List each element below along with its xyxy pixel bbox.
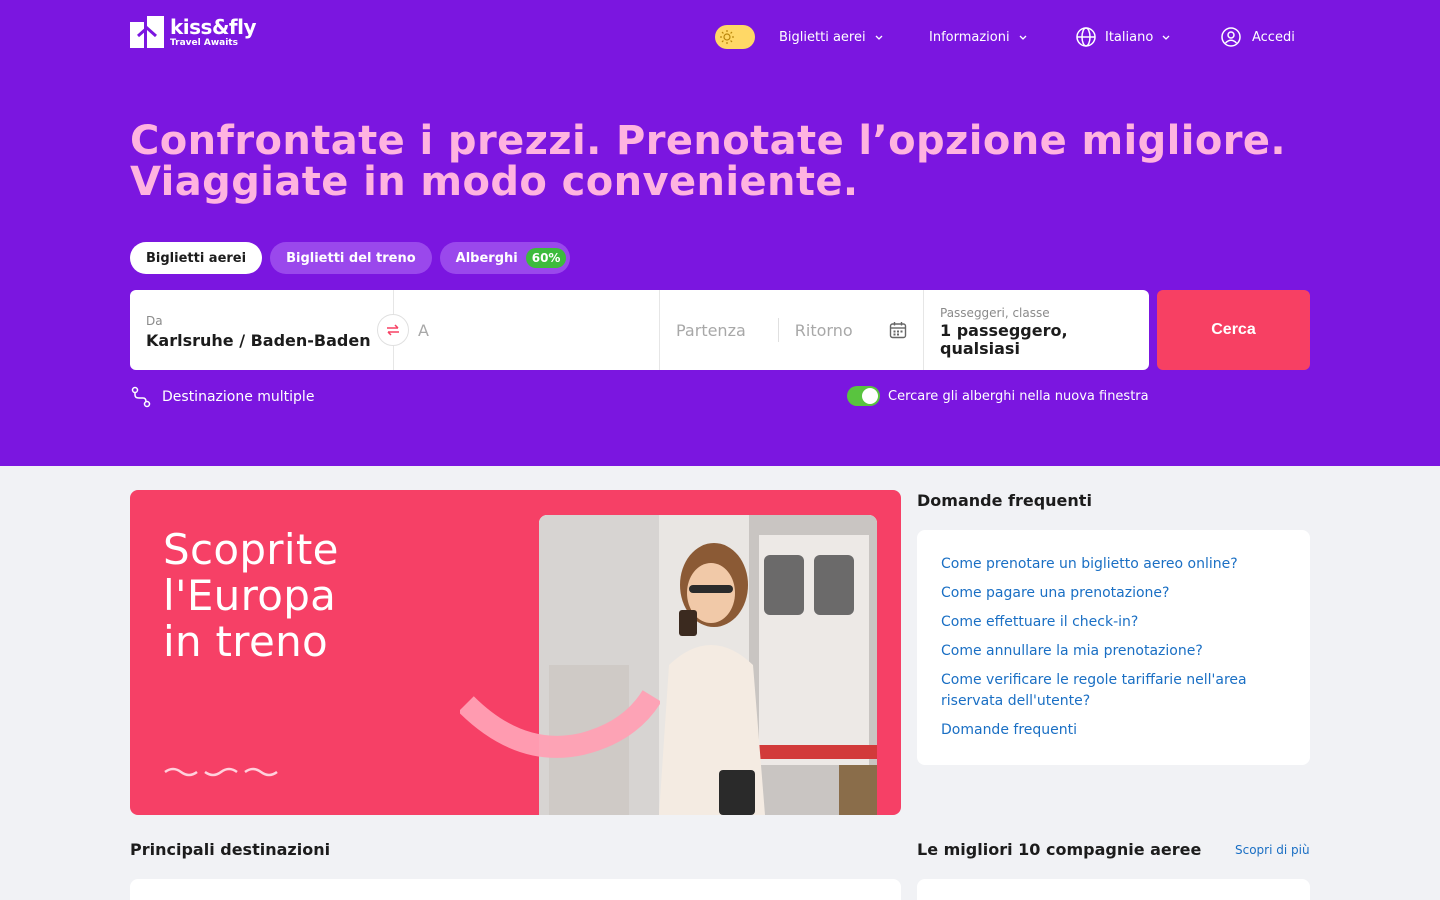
banner-line3: in treno [163, 617, 329, 666]
theme-toggle[interactable] [715, 25, 755, 49]
nav-login[interactable]: Accedi [1220, 26, 1295, 48]
swoosh-decoration [460, 690, 660, 758]
passengers-value: 1 passeggero, qualsiasi [940, 321, 1068, 358]
from-value: Karlsruhe / Baden-Baden [146, 331, 371, 350]
logo[interactable]: kiss&fly Travel Awaits [130, 14, 257, 48]
logo-tagline: Travel Awaits [170, 37, 238, 48]
promo-banner[interactable]: Scoprite l'Europa in treno [130, 490, 901, 815]
tab-flights[interactable]: Biglietti aerei [130, 242, 263, 274]
from-label: Da [146, 314, 163, 328]
nav-login-label: Accedi [1252, 29, 1295, 45]
faq-link[interactable]: Come verificare le regole tariffarie nel… [941, 670, 1286, 712]
destinations-card [130, 879, 901, 900]
banner-line1: Scoprite [163, 525, 339, 574]
route-icon [131, 386, 151, 408]
airlines-title: Le migliori 10 compagnie aeree [917, 840, 1202, 859]
destinations-title: Principali destinazioni [130, 840, 331, 859]
hero-title-line2: Viaggiate in modo conveniente. [130, 159, 859, 205]
sun-icon [720, 30, 734, 44]
nav-flights-label: Biglietti aerei [779, 29, 866, 45]
toggle-switch[interactable] [847, 386, 880, 406]
hero-title: Confrontate i prezzi. Prenotate l’opzion… [130, 121, 1330, 203]
from-field[interactable]: Da Karlsruhe / Baden-Baden [130, 290, 409, 370]
logo-icon [130, 16, 164, 48]
tab-flights-label: Biglietti aerei [146, 250, 247, 266]
hero-title-line1: Confrontate i prezzi. Prenotate l’opzion… [130, 118, 1287, 164]
tab-hotels-label: Alberghi [455, 250, 518, 266]
faq-link[interactable]: Come annullare la mia prenotazione? [941, 641, 1286, 662]
airlines-more-link[interactable]: Scopri di più [1235, 843, 1310, 857]
banner-heading: Scoprite l'Europa in treno [163, 527, 339, 665]
globe-icon [1076, 27, 1096, 47]
faq-link[interactable]: Come prenotare un biglietto aereo online… [941, 554, 1286, 575]
depart-date[interactable]: Partenza [676, 321, 746, 340]
to-input[interactable] [418, 320, 638, 340]
user-icon [1221, 27, 1241, 47]
logo-name: kiss&fly [170, 14, 257, 39]
banner-line2: l'Europa [163, 571, 337, 620]
chevron-down-icon [1019, 35, 1027, 40]
nav-info[interactable]: Informazioni [929, 26, 1028, 48]
search-form: Da Karlsruhe / Baden-Baden Partenza Rito… [130, 290, 1149, 370]
chevron-down-icon [875, 35, 883, 40]
date-divider [777, 318, 779, 342]
swap-arrows-icon [387, 324, 399, 336]
passengers-field[interactable]: Passeggeri, classe 1 passeggero, qualsia… [924, 290, 1149, 370]
faq-title: Domande frequenti [917, 491, 1092, 510]
faq-link[interactable]: Domande frequenti [941, 720, 1286, 741]
nav-info-label: Informazioni [929, 29, 1010, 45]
search-type-tabs: Biglietti aerei Biglietti del treno Albe… [130, 242, 571, 274]
tab-hotels[interactable]: Alberghi 60% [439, 242, 571, 274]
faq-link[interactable]: Come effettuare il check-in? [941, 612, 1286, 633]
nav-flights[interactable]: Biglietti aerei [779, 26, 884, 48]
hotel-toggle-label: Cercare gli alberghi nella nuova finestr… [888, 388, 1149, 404]
multi-destination-link[interactable]: Destinazione multiple [130, 386, 314, 408]
return-date[interactable]: Ritorno [795, 321, 853, 340]
faq-link[interactable]: Come pagare una prenotazione? [941, 583, 1286, 604]
search-button[interactable]: Cerca [1157, 290, 1310, 370]
faq-card: Come prenotare un biglietto aereo online… [917, 530, 1310, 765]
tab-trains[interactable]: Biglietti del treno [270, 242, 432, 274]
to-field[interactable] [394, 290, 660, 370]
hotel-window-toggle[interactable]: Cercare gli alberghi nella nuova finestr… [847, 386, 1149, 406]
discount-badge: 60% [525, 248, 567, 268]
traveler-photo [539, 515, 877, 815]
tab-trains-label: Biglietti del treno [286, 250, 416, 266]
passengers-label: Passeggeri, classe [940, 306, 1050, 320]
calendar-icon [889, 322, 907, 339]
nav-language[interactable]: Italiano [1075, 26, 1171, 48]
wave-decoration [164, 767, 278, 777]
multi-destination-label: Destinazione multiple [162, 389, 315, 405]
airlines-card [917, 879, 1310, 900]
dates-field[interactable]: Partenza Ritorno [660, 290, 924, 370]
swap-button[interactable] [377, 314, 409, 346]
chevron-down-icon [1162, 35, 1170, 40]
nav-language-label: Italiano [1105, 29, 1154, 45]
